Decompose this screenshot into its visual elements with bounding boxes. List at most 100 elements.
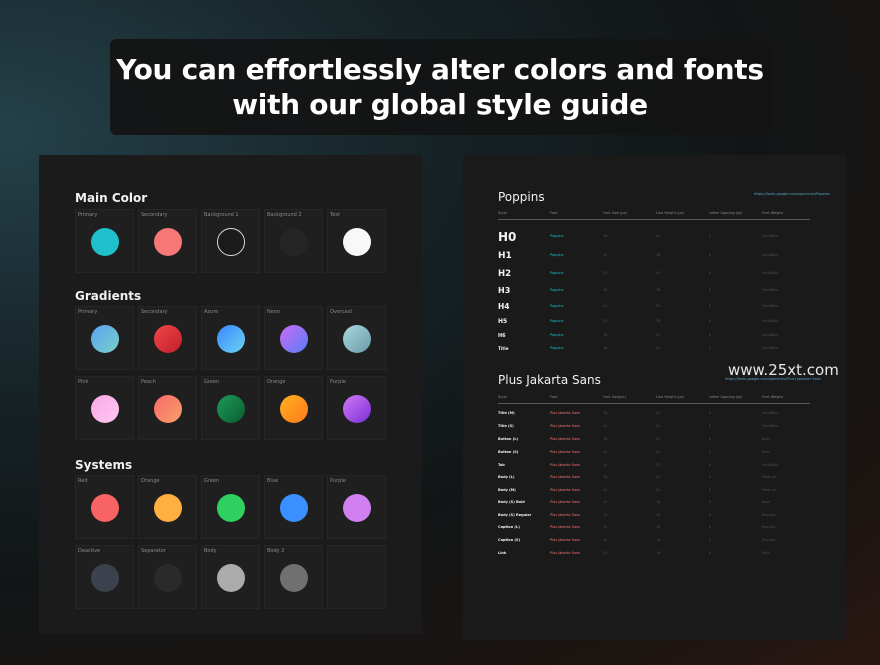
- swatch-label: Primary: [78, 309, 98, 315]
- swatch-label: Text: [330, 212, 341, 218]
- color-swatch-card[interactable]: Overcast: [327, 306, 386, 370]
- table-value-cell: 28: [656, 319, 661, 323]
- color-circle: [217, 228, 245, 256]
- table-value-cell: Bold: [762, 500, 770, 504]
- color-swatch-card[interactable]: Red: [75, 475, 134, 539]
- table-divider: [498, 219, 810, 220]
- table-header-cell: Line Height (px): [656, 211, 685, 215]
- color-circle: [91, 228, 119, 256]
- color-swatch-card[interactable]: Purple: [327, 475, 386, 539]
- table-value-cell: 0: [709, 463, 712, 467]
- color-swatch-card[interactable]: Purple: [327, 376, 386, 440]
- color-swatch-card[interactable]: Green: [201, 475, 260, 539]
- color-swatch-card[interactable]: Peach: [138, 376, 197, 440]
- color-swatch-card[interactable]: Body 2: [264, 545, 323, 609]
- color-circle: [154, 228, 182, 256]
- table-style-cell: Body (L): [498, 475, 515, 479]
- color-swatch-card[interactable]: Background 1: [201, 209, 260, 273]
- systems-title: Systems: [75, 458, 133, 472]
- swatch-label: Green: [204, 478, 220, 484]
- headline-banner: You can effortlessly alter colors and fo…: [110, 39, 770, 135]
- poppins-link[interactable]: https://fonts.google.com/specimen/Poppin…: [754, 192, 830, 196]
- swatch-label: Secondary: [141, 212, 168, 218]
- table-value-cell: 16: [603, 475, 608, 479]
- table-value-cell: 16: [656, 500, 661, 504]
- color-swatch-card[interactable]: Deactive: [75, 545, 134, 609]
- table-value-cell: 0: [709, 253, 712, 257]
- table-font-cell: Poppins: [550, 271, 564, 275]
- table-value-cell: SemiBold: [762, 463, 779, 467]
- color-circle: [154, 395, 182, 423]
- color-swatch-card[interactable]: Secondary: [138, 306, 197, 370]
- table-value-cell: SemiBold: [762, 271, 779, 275]
- color-swatch-card[interactable]: Primary: [75, 306, 134, 370]
- table-value-cell: 64: [656, 234, 661, 238]
- swatch-label: Body 2: [267, 548, 285, 554]
- swatch-label: Pink: [78, 379, 89, 385]
- color-swatch-card[interactable]: Primary: [75, 209, 134, 273]
- color-swatch-card[interactable]: [327, 545, 386, 609]
- color-swatch-card[interactable]: Neon: [264, 306, 323, 370]
- table-font-cell: Poppins: [550, 319, 564, 323]
- table-font-cell: Poppins: [550, 346, 564, 350]
- table-value-cell: 16: [603, 411, 608, 415]
- color-circle: [154, 564, 182, 592]
- table-value-cell: 0: [709, 513, 712, 517]
- table-style-cell: H0: [498, 230, 517, 244]
- color-swatch-card[interactable]: Background 2: [264, 209, 323, 273]
- color-swatch-card[interactable]: Separator: [138, 545, 197, 609]
- table-font-cell: Plus Jakarta Sans: [550, 437, 581, 441]
- table-value-cell: 24: [656, 346, 661, 350]
- table-style-cell: H6: [498, 332, 506, 339]
- table-value-cell: 0: [709, 234, 712, 238]
- color-circle: [343, 325, 371, 353]
- swatch-label: Azure: [204, 309, 219, 315]
- color-circle: [91, 325, 119, 353]
- color-swatch-card[interactable]: Pink: [75, 376, 134, 440]
- swatch-label: Orange: [141, 478, 160, 484]
- table-font-cell: Plus Jakarta Sans: [550, 538, 581, 542]
- table-value-cell: 16: [603, 346, 608, 350]
- color-swatch-card[interactable]: Secondary: [138, 209, 197, 273]
- color-swatch-card[interactable]: Green: [201, 376, 260, 440]
- color-circle: [343, 228, 371, 256]
- color-circle: [280, 395, 308, 423]
- table-value-cell: 0: [709, 424, 712, 428]
- swatch-label: Primary: [78, 212, 98, 218]
- table-value-cell: Regular: [762, 538, 776, 542]
- color-circle: [154, 325, 182, 353]
- table-value-cell: 0: [709, 450, 712, 454]
- table-header-cell: Font: [550, 395, 558, 399]
- table-value-cell: SemiBold: [762, 288, 779, 292]
- table-value-cell: 12: [603, 525, 608, 529]
- color-circle: [343, 494, 371, 522]
- table-value-cell: 16: [603, 437, 608, 441]
- table-style-cell: Button (L): [498, 437, 519, 441]
- table-value-cell: 40: [603, 253, 608, 257]
- color-swatch-card[interactable]: Text: [327, 209, 386, 273]
- table-value-cell: 0: [709, 551, 712, 555]
- table-font-cell: Poppins: [550, 253, 564, 257]
- swatch-label: Purple: [330, 379, 346, 385]
- color-swatch-card[interactable]: Blue: [264, 475, 323, 539]
- table-font-cell: Plus Jakarta Sans: [550, 513, 581, 517]
- table-value-cell: Regular: [762, 525, 776, 529]
- table-font-cell: Plus Jakarta Sans: [550, 488, 581, 492]
- swatch-label: Peach: [141, 379, 156, 385]
- table-value-cell: 20: [656, 488, 661, 492]
- table-value-cell: 0: [709, 437, 712, 441]
- color-circle: [280, 228, 308, 256]
- table-value-cell: 36: [656, 288, 661, 292]
- color-swatch-card[interactable]: Azure: [201, 306, 260, 370]
- table-value-cell: SemiBold: [762, 346, 779, 350]
- table-value-cell: 0: [709, 319, 712, 323]
- table-value-cell: 24: [656, 333, 661, 337]
- table-value-cell: 0: [709, 271, 712, 275]
- table-value-cell: 40: [656, 271, 661, 275]
- table-font-cell: Poppins: [550, 304, 564, 308]
- table-value-cell: SemiBold: [762, 411, 779, 415]
- color-swatch-card[interactable]: Orange: [138, 475, 197, 539]
- table-value-cell: 32: [656, 304, 661, 308]
- color-swatch-card[interactable]: Orange: [264, 376, 323, 440]
- color-swatch-card[interactable]: Body: [201, 545, 260, 609]
